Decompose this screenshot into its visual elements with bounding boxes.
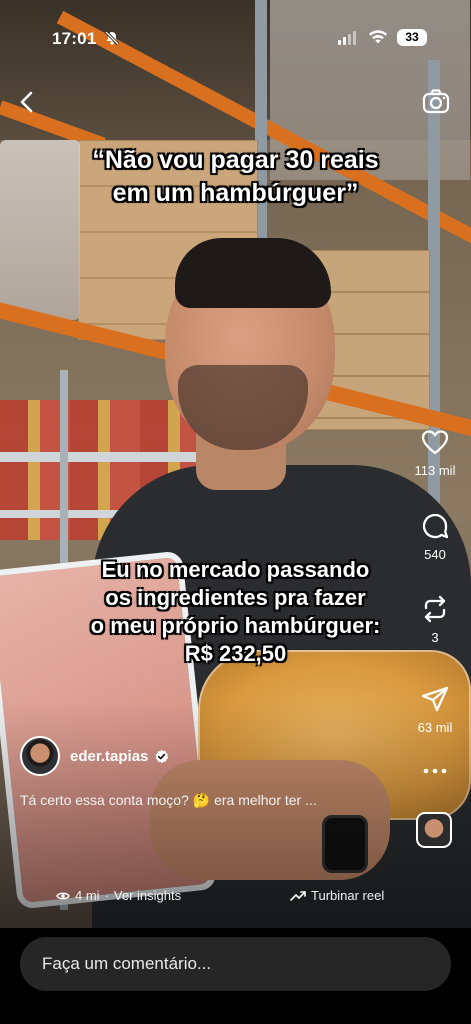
share-count: 63 mil <box>417 720 453 735</box>
person-hair <box>175 238 331 308</box>
top-caption-line: “Não vou pagar 30 reais <box>92 146 379 174</box>
insights-label[interactable]: Ver insights <box>114 888 181 903</box>
status-time: 17:01 <box>52 29 97 48</box>
audio-avatar[interactable] <box>416 812 452 848</box>
middle-caption-line: o meu próprio hambúrguer: <box>90 613 381 638</box>
avatar[interactable] <box>20 736 60 776</box>
signal-icon <box>338 31 356 45</box>
share-button[interactable]: 63 mil <box>402 684 468 735</box>
trending-up-icon <box>290 890 306 901</box>
reel-video[interactable] <box>0 0 471 928</box>
paper-plane-icon[interactable] <box>420 684 450 714</box>
eye-icon <box>56 892 70 899</box>
username[interactable]: eder.tapias <box>70 748 148 765</box>
view-insights-link[interactable]: 4 mi · Ver insights <box>56 888 181 903</box>
repost-icon[interactable] <box>420 594 450 624</box>
post-description[interactable]: Tá certo essa conta moço? 🤔 era melhor t… <box>20 792 400 809</box>
verified-badge-icon <box>155 749 169 763</box>
camera-icon[interactable] <box>421 86 451 116</box>
comment-box[interactable] <box>20 937 451 991</box>
comment-bubble-icon[interactable] <box>420 511 450 541</box>
battery-icon: 33 <box>397 29 427 46</box>
boost-label[interactable]: Turbinar reel <box>311 888 384 903</box>
middle-caption: Eu no mercado passando os ingredientes p… <box>40 556 431 668</box>
status-bar: 17:01 33 <box>0 0 471 70</box>
middle-caption-line: os ingredientes pra fazer <box>105 585 366 610</box>
more-options-icon[interactable] <box>422 766 448 776</box>
repost-count: 3 <box>431 630 439 645</box>
middle-caption-line: Eu no mercado passando <box>101 557 370 582</box>
comment-input[interactable] <box>42 937 422 991</box>
middle-caption-price: R$ 232,50 <box>184 641 287 666</box>
heart-icon[interactable] <box>420 427 450 457</box>
shelf-bar <box>0 452 200 462</box>
author-row[interactable]: eder.tapias <box>20 736 169 776</box>
view-count: 4 mi <box>75 888 100 903</box>
like-button[interactable]: 113 mil <box>402 427 468 478</box>
meta-separator: · <box>104 888 109 903</box>
comment-button[interactable]: 540 <box>402 511 468 562</box>
wifi-icon <box>369 30 387 44</box>
boost-reel-button[interactable]: Turbinar reel <box>290 888 384 903</box>
top-caption-line: em um hambúrguer” <box>112 179 359 207</box>
comment-count: 540 <box>424 547 446 562</box>
repost-button[interactable]: 3 <box>402 594 468 645</box>
bell-slash-icon <box>104 30 120 46</box>
bottom-bar <box>0 928 471 1024</box>
chevron-left-icon[interactable] <box>14 88 42 116</box>
like-count: 113 mil <box>414 463 456 478</box>
top-caption: “Não vou pagar 30 reais em um hambúrguer… <box>20 144 451 210</box>
